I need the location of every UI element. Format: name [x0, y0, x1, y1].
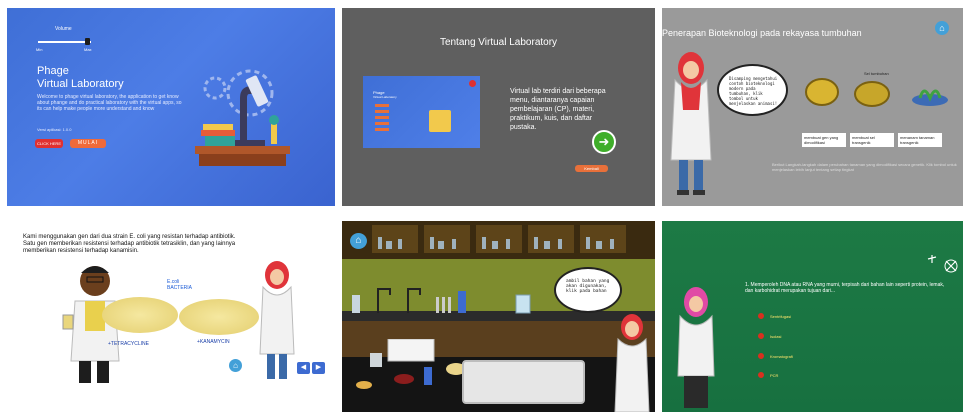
quiz-question: 1. Memperoleh DNA atau RNA yang murni, t… — [745, 282, 945, 294]
step-button-3[interactable]: menanam tanaman transgenik — [898, 133, 942, 147]
shelf-glassware — [372, 225, 626, 253]
back-button[interactable]: Kembali — [575, 165, 608, 172]
volume-slider-track[interactable] — [38, 41, 91, 43]
teacher-character — [614, 314, 650, 412]
thumb-menu-item — [375, 104, 389, 107]
volume-label: Volume — [55, 26, 72, 32]
about-panel: Tentang Virtual Laboratory Phage Virtual… — [342, 8, 655, 206]
speech-bubble-text: ambil bahan yang akan digunakan, klik pa… — [566, 279, 610, 294]
version-text: Versi aplikasi: 1.0.0 — [37, 127, 72, 132]
step-button-1[interactable]: membuat gen yang dimodifikasi — [802, 133, 846, 147]
paper-stack[interactable] — [387, 339, 435, 362]
beaker[interactable] — [515, 294, 531, 314]
teacher-character — [677, 287, 715, 408]
biotech-title: Penerapan Bioteknologi pada rekayasa tum… — [662, 28, 862, 38]
thumb-menu-item — [375, 128, 389, 131]
microscope-icon — [429, 110, 451, 132]
volume-slider-handle[interactable] — [85, 38, 90, 45]
option-radio[interactable] — [758, 353, 764, 359]
speech-bubble-text: Disamping mengetahui contoh bioteknologi… — [729, 76, 778, 106]
cell-label: Sel tumbuhan — [864, 71, 889, 76]
close-icon[interactable] — [469, 80, 476, 87]
microscope-illustration — [195, 69, 290, 166]
app-title: Phage Virtual Laboratory — [37, 65, 124, 91]
app-title-line1: Phage — [37, 65, 69, 77]
tetracycline-label: +TETRACYCLINE — [108, 341, 149, 347]
footer-instruction: Berikut Langkah-langkah dalam perubahan … — [772, 162, 957, 172]
speech-bubble: ambil bahan yang akan digunakan, klik pa… — [554, 267, 622, 313]
reagent-bottle[interactable] — [424, 367, 432, 385]
quiz-panel: 1. Memperoleh DNA atau RNA yang murni, t… — [662, 221, 963, 412]
option-label[interactable]: Isolasi — [770, 334, 781, 339]
thumb-subtitle: Virtual Laboratory — [373, 95, 397, 99]
option-radio[interactable] — [758, 372, 764, 378]
counter-equipment — [352, 288, 531, 314]
home-icon[interactable]: ⌂ — [935, 21, 949, 35]
prev-icon[interactable]: ◀ — [297, 362, 310, 374]
plant-steps-illustration — [805, 78, 948, 107]
welcome-panel: Volume Min Max Phage Virtual Laboratory … — [7, 8, 335, 206]
spray-bottle[interactable] — [458, 291, 466, 313]
volume-max-label: Max — [84, 47, 92, 52]
chalk-doodle-icon — [927, 255, 958, 273]
option-label[interactable]: Sentrifugasi — [770, 314, 791, 319]
app-preview-thumbnail: Phage Virtual Laboratory — [363, 76, 480, 148]
thumb-menu-item — [375, 116, 389, 119]
teacher-character — [670, 52, 712, 195]
teacher-character — [259, 261, 295, 379]
volume-min-label: Min — [36, 47, 43, 52]
option-radio[interactable] — [758, 333, 764, 339]
option-label[interactable]: PCR — [770, 373, 778, 378]
bench-items — [356, 339, 466, 389]
arrow-right-icon[interactable]: ➜ — [592, 130, 616, 154]
option-radio[interactable] — [758, 313, 764, 319]
flask[interactable] — [352, 295, 360, 313]
step-button-2[interactable]: membuat sel transgenik — [850, 133, 894, 147]
glass-jar[interactable] — [370, 353, 382, 367]
thumb-menu-item — [375, 110, 389, 113]
speech-bubble: Disamping mengetahui contoh bioteknologi… — [717, 64, 788, 116]
thumb-menu-item — [375, 122, 389, 125]
home-icon[interactable]: ⌂ — [229, 359, 242, 372]
red-dish[interactable] — [394, 374, 414, 384]
start-button[interactable]: MULAI — [70, 139, 106, 148]
ecoli-resistance-panel: Kami menggunakan gen dari dua strain E. … — [7, 221, 335, 412]
petri-dish[interactable] — [356, 381, 372, 389]
home-icon[interactable]: ⌂ — [350, 233, 367, 249]
kanamycin-label: +KANAMYCIN — [197, 339, 230, 345]
click-here-button[interactable]: CLICK HERE — [35, 139, 63, 148]
app-title-line2: Virtual Laboratory — [37, 78, 124, 90]
about-title: Tentang Virtual Laboratory — [439, 37, 558, 48]
ecoli-label: E.coli BACTERIA — [167, 279, 193, 291]
petri-dish-kanamycin[interactable] — [179, 299, 259, 335]
intro-text: Kami menggunakan gen dari dua strain E. … — [23, 234, 236, 254]
welcome-description: Welcome to phage virtual laboratory, the… — [37, 94, 182, 112]
biotech-plants-panel: Penerapan Bioteknologi pada rekayasa tum… — [662, 8, 963, 206]
next-icon[interactable]: ▶ — [312, 362, 325, 374]
about-description: Virtual lab terdiri dari beberapa menu, … — [510, 88, 606, 131]
lab-tray[interactable] — [462, 360, 585, 404]
lab-bench-panel: ⌂ ambil bahan yang akan digunakan, klik … — [342, 221, 655, 412]
petri-dish-tetracycline[interactable] — [102, 297, 178, 333]
option-label[interactable]: Kromatografi — [770, 354, 793, 359]
